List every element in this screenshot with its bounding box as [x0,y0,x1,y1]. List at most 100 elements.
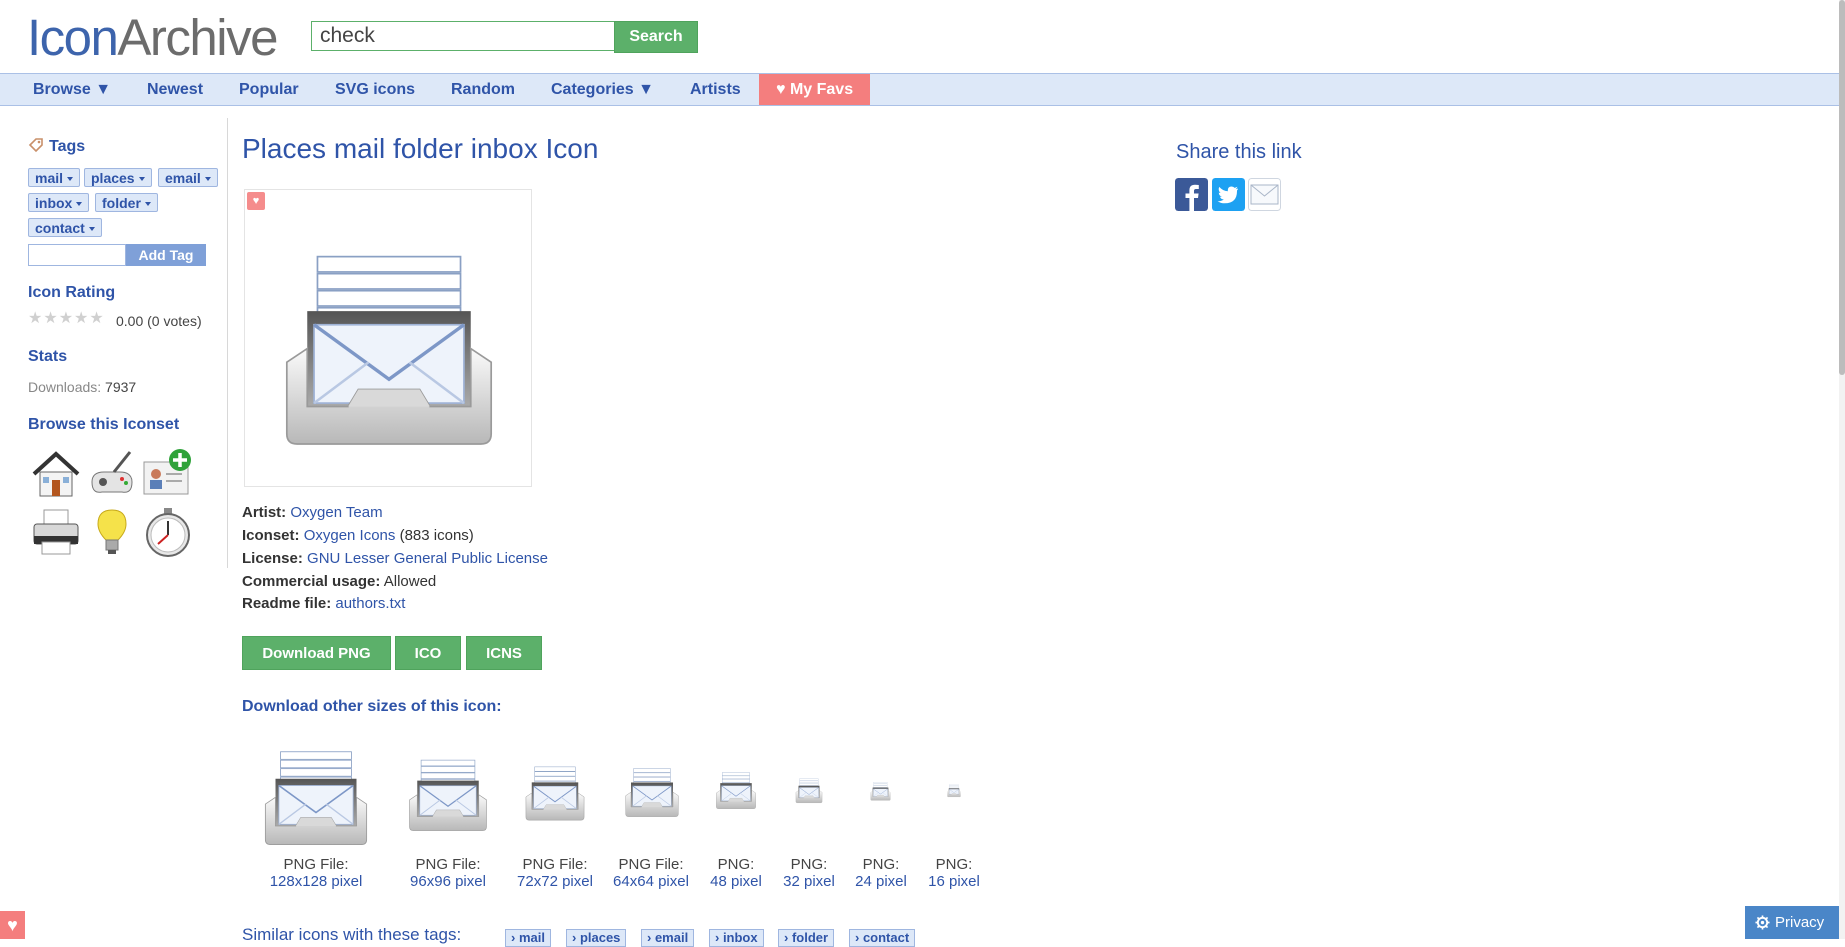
similar-tag-contact[interactable]: › contact [849,929,916,947]
commercial-value: Allowed [383,573,437,590]
download-png-button[interactable]: Download PNG [242,636,391,670]
size-link[interactable]: 128x128 pixel [268,873,364,890]
scrollbar-thumb[interactable] [1839,0,1845,375]
add-tag-input[interactable] [28,244,126,266]
site-logo[interactable]: IconArchive [27,8,278,67]
artist-link[interactable]: Oxygen Team [290,504,382,521]
tag-chip-contact[interactable]: contact [28,218,102,237]
size-link[interactable]: 72x72 pixel [511,873,599,890]
twitter-icon[interactable] [1212,178,1245,211]
inbox-96-icon[interactable] [407,755,489,837]
similar-tag-folder[interactable]: › folder [778,929,835,947]
tag-chip-mail[interactable]: mail [28,168,81,187]
iconset-link[interactable]: Oxygen Icons [304,527,396,544]
size-64[interactable]: PNG File: 64x64 pixel [607,856,695,890]
iconset-label: Iconset: [242,527,300,544]
search-button[interactable]: Search [614,21,698,53]
privacy-button[interactable]: Privacy [1745,906,1845,939]
house-icon[interactable] [30,448,82,500]
size-72[interactable]: PNG File: 72x72 pixel [511,856,599,890]
similar-tag-email[interactable]: › email [641,929,695,947]
search-input[interactable] [311,21,614,51]
rating-stars[interactable]: ★ ★ ★ ★ ★ [28,311,104,327]
inbox-16-icon[interactable] [947,784,961,798]
inbox-48-icon[interactable] [715,770,757,812]
icon-preview: ♥ [244,189,532,487]
browse-iconset-title: Browse this Iconset [28,416,180,433]
nav-categories[interactable]: Categories ▼ [551,74,654,105]
similar-tag-mail[interactable]: › mail [505,929,551,947]
caret-down-icon [144,202,151,207]
tag-chip-inbox[interactable]: inbox [28,193,90,212]
readme-label: Readme file: [242,595,332,612]
iconset-row: Iconset: Oxygen Icons (883 icons) [242,527,474,544]
nav-browse[interactable]: Browse ▼ [33,74,111,105]
star-icon[interactable]: ★ [74,311,88,327]
inbox-32-icon[interactable] [795,777,823,805]
inbox-64-icon[interactable] [624,765,680,821]
share-title: Share this link [1176,141,1302,163]
inbox-72-icon[interactable] [524,763,586,825]
size-link[interactable]: 64x64 pixel [607,873,695,890]
nav-my-favs[interactable]: ♥ My Favs [759,74,871,105]
nav-popular[interactable]: Popular [239,74,299,105]
other-sizes-title: Download other sizes of this icon: [242,698,502,715]
size-label: PNG File: [618,856,684,873]
similar-tag-inbox[interactable]: › inbox [709,929,764,947]
rating-text: 0.00 (0 votes) [116,313,202,329]
tag-chip-email[interactable]: email [158,168,218,187]
heart-icon[interactable]: ♥ [247,192,265,210]
downloads-stat: Downloads: 7937 [28,379,136,395]
similar-tag-places[interactable]: › places [566,929,627,947]
inbox-24-icon[interactable] [870,781,891,802]
size-label: PNG: [862,856,900,873]
floating-favs-heart-icon[interactable]: ♥ [0,911,25,939]
size-label: PNG File: [415,856,481,873]
lightbulb-icon[interactable] [86,506,138,558]
size-24[interactable]: PNG: 24 pixel [846,856,916,890]
readme-link[interactable]: authors.txt [335,595,405,612]
star-icon[interactable]: ★ [43,311,57,327]
size-link[interactable]: 96x96 pixel [400,873,496,890]
size-label: PNG: [790,856,828,873]
nav-artists[interactable]: Artists [690,74,741,105]
page-scrollbar[interactable] [1839,0,1845,939]
size-128[interactable]: PNG File: 128x128 pixel [268,856,364,890]
contact-add-icon[interactable] [142,448,194,500]
tag-chip-folder[interactable]: folder [95,193,158,212]
commercial-row: Commercial usage: Allowed [242,573,436,590]
email-share-icon[interactable] [1248,178,1281,211]
size-16[interactable]: PNG: 16 pixel [919,856,989,890]
nav-newest[interactable]: Newest [147,74,203,105]
tag-label: inbox [35,195,73,211]
printer-icon[interactable] [30,506,82,558]
size-link[interactable]: 24 pixel [846,873,916,890]
add-tag-button[interactable]: Add Tag [126,244,206,266]
size-48[interactable]: PNG: 48 pixel [701,856,771,890]
main-nav: Browse ▼ Newest Popular SVG icons Random… [0,73,1845,106]
license-link[interactable]: GNU Lesser General Public License [307,550,548,567]
size-label: PNG: [935,856,973,873]
nav-svg-icons[interactable]: SVG icons [335,74,415,105]
star-icon[interactable]: ★ [59,311,73,327]
iconset-count: (883 icons) [399,527,474,544]
size-link[interactable]: 32 pixel [774,873,844,890]
tag-chip-places[interactable]: places [84,168,152,187]
logo-icon-text: Icon [27,9,119,66]
facebook-icon[interactable] [1175,178,1208,211]
star-icon[interactable]: ★ [28,311,42,327]
inbox-128-icon[interactable] [262,745,370,853]
game-controller-icon[interactable] [86,448,138,500]
tag-label: email [165,170,201,186]
size-96[interactable]: PNG File: 96x96 pixel [400,856,496,890]
size-link[interactable]: 16 pixel [919,873,989,890]
size-link[interactable]: 48 pixel [701,873,771,890]
star-icon[interactable]: ★ [89,311,103,327]
download-ico-button[interactable]: ICO [395,636,461,670]
download-icns-button[interactable]: ICNS [466,636,542,670]
stopwatch-icon[interactable] [142,506,194,558]
caret-down-icon [88,227,95,232]
sidebar-divider [227,118,228,568]
nav-random[interactable]: Random [451,74,515,105]
size-32[interactable]: PNG: 32 pixel [774,856,844,890]
